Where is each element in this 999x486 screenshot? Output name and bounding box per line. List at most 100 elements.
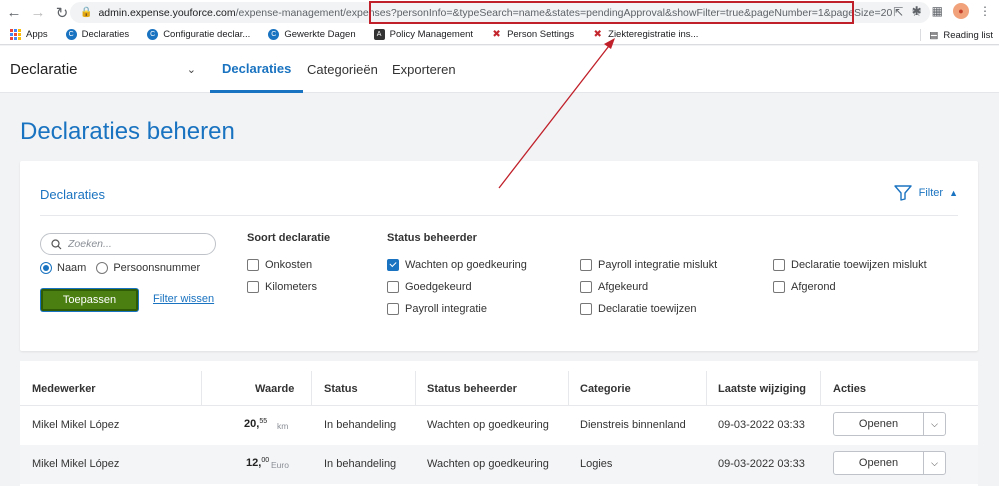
checkbox[interactable] [580, 303, 592, 315]
checkbox-payroll-integratie-mislukt[interactable]: Payroll integratie mislukt [580, 259, 717, 271]
url-path: /expense-management/expenses [235, 6, 391, 19]
checkbox-label: Declaratie toewijzen [598, 303, 697, 315]
reading-list-icon: ▤ [929, 29, 939, 41]
checkbox-payroll-integratie[interactable]: Payroll integratie [387, 303, 487, 315]
profile-avatar[interactable]: ● [953, 3, 969, 19]
checkbox[interactable] [247, 259, 259, 271]
back-arrow-icon[interactable]: ← [4, 3, 24, 23]
column-header-status-beheerder[interactable]: Status beheerder [427, 383, 517, 395]
column-divider [568, 371, 569, 405]
checkbox-afgekeurd[interactable]: Afgekeurd [580, 281, 648, 293]
checkbox[interactable] [580, 259, 592, 271]
search-input[interactable] [68, 238, 208, 250]
search-field[interactable] [40, 233, 216, 255]
open-split-button: Openen ⌵ [833, 451, 946, 475]
tab-categorieen[interactable]: Categorieën [295, 46, 390, 93]
c-blue-icon: C [147, 29, 159, 40]
chevron-down-icon[interactable]: ⌵ [923, 452, 945, 474]
browser-toolbar: ← → ↻ 🔒 admin.expense.youforce.com/expen… [0, 0, 999, 25]
checkbox[interactable] [387, 281, 399, 293]
table-row[interactable]: Mikel Mikel López 12,00 Euro In behandel… [20, 445, 978, 484]
checkbox-kilometers[interactable]: Kilometers [247, 281, 317, 293]
expenses-table: Medewerker Waarde Status Status beheerde… [20, 361, 978, 486]
cell-amount: 12,00 [246, 457, 270, 469]
checkbox[interactable] [247, 281, 259, 293]
column-header-status[interactable]: Status [324, 383, 358, 395]
chevron-down-icon[interactable]: ⌵ [923, 413, 945, 435]
chevron-up-icon: ▲ [949, 188, 958, 198]
reload-icon[interactable]: ↻ [52, 3, 72, 23]
cell-admin-status: Wachten op goedkeuring [427, 458, 549, 470]
checkbox-checked[interactable] [387, 259, 399, 271]
bookmark-label: Ziekteregistratie ins... [608, 29, 699, 40]
radio-naam-label[interactable]: Naam [57, 262, 86, 274]
clear-filter-link[interactable]: Filter wissen [153, 293, 214, 305]
amount-dec: 55 [259, 418, 268, 425]
app-switcher[interactable]: Declaratie ⌄ [10, 46, 200, 93]
column-header-acties: Acties [833, 383, 867, 395]
bookmark-apps[interactable]: Apps [10, 29, 48, 40]
checkbox-declaratie-toewijzen[interactable]: Declaratie toewijzen [580, 303, 696, 315]
forward-arrow-icon[interactable]: → [28, 3, 48, 23]
apply-button[interactable]: Toepassen [41, 289, 138, 311]
cell-category: Dienstreis binnenland [580, 419, 686, 431]
checkbox-onkosten[interactable]: Onkosten [247, 259, 312, 271]
bookmark-label: Declaraties [81, 29, 130, 40]
amount-dec: 00 [261, 457, 270, 464]
visma-icon: ✖ [492, 29, 501, 40]
column-divider [415, 371, 416, 405]
open-button[interactable]: Openen [834, 452, 923, 474]
page-title: Declaraties beheren [20, 118, 235, 145]
table-row[interactable]: Mikel Mikel López 20,55 km In behandelin… [20, 406, 978, 445]
bookmark-label: Gewerkte Dagen [284, 29, 356, 40]
bookmark-ziekteregistratie[interactable]: ✖ Ziekteregistratie ins... [592, 29, 698, 40]
column-divider [311, 371, 312, 405]
visma-icon: ✖ [593, 29, 602, 40]
open-button[interactable]: Openen [834, 413, 923, 435]
checkbox-afgerond[interactable]: Afgerond [773, 281, 836, 293]
divider [40, 215, 958, 216]
reading-list-toggle-icon[interactable]: ▦ [932, 4, 943, 18]
checkbox-goedgekeurd[interactable]: Goedgekeurd [387, 281, 472, 293]
app-header: Declaratie ⌄ Declaraties Categorieën Exp… [0, 46, 999, 93]
address-bar[interactable]: 🔒 admin.expense.youforce.com/expense-man… [70, 2, 930, 23]
bookmark-declaraties[interactable]: C Declaraties [65, 29, 130, 40]
filter-toggle[interactable]: Filter ▲ [893, 185, 958, 201]
cell-status: In behandeling [324, 458, 397, 470]
search-type-radio-group: Naam Persoonsnummer [40, 262, 200, 274]
apps-grid-icon [10, 29, 21, 40]
radio-persoonsnummer-label[interactable]: Persoonsnummer [113, 262, 200, 274]
column-divider [706, 371, 707, 405]
extensions-icon[interactable]: ✱ [912, 4, 922, 18]
radio-persoonsnummer[interactable] [96, 262, 109, 274]
browser-menu-icon[interactable]: ⋮ [979, 4, 991, 18]
column-header-medewerker[interactable]: Medewerker [32, 383, 96, 395]
checkbox-label: Wachten op goedkeuring [405, 259, 527, 271]
checkbox-wachten-op-goedkeuring[interactable]: Wachten op goedkeuring [387, 259, 527, 271]
cell-unit: Euro [271, 460, 289, 470]
column-header-waarde[interactable]: Waarde [255, 383, 294, 395]
checkbox[interactable] [387, 303, 399, 315]
checkbox[interactable] [580, 281, 592, 293]
url-host: admin.expense.youforce.com [98, 6, 236, 19]
column-header-categorie[interactable]: Categorie [580, 383, 631, 395]
column-divider [201, 371, 202, 405]
radio-naam[interactable] [40, 262, 52, 274]
open-split-button: Openen ⌵ [833, 412, 946, 436]
checkbox[interactable] [773, 281, 785, 293]
share-icon[interactable]: ⇱ [893, 5, 903, 19]
checkbox-declaratie-toewijzen-mislukt[interactable]: Declaratie toewijzen mislukt [773, 259, 927, 271]
reading-list[interactable]: ▤ Reading list [920, 29, 993, 41]
cell-employee: Mikel Mikel López [32, 458, 120, 470]
checkbox[interactable] [773, 259, 785, 271]
column-divider [820, 371, 821, 405]
bookmark-configuratie[interactable]: C Configuratie declar... [147, 29, 250, 40]
bookmark-person-settings[interactable]: ✖ Person Settings [491, 29, 574, 40]
column-header-laatste-wijziging[interactable]: Laatste wijziging [718, 383, 806, 395]
tab-declaraties[interactable]: Declaraties [210, 46, 304, 93]
bookmark-gewerkte-dagen[interactable]: C Gewerkte Dagen [268, 29, 356, 40]
bookmark-policy-management[interactable]: A Policy Management [373, 29, 473, 40]
lock-icon: 🔒 [80, 7, 93, 18]
cell-unit: km [277, 421, 289, 431]
tab-exporteren[interactable]: Exporteren [380, 46, 468, 93]
